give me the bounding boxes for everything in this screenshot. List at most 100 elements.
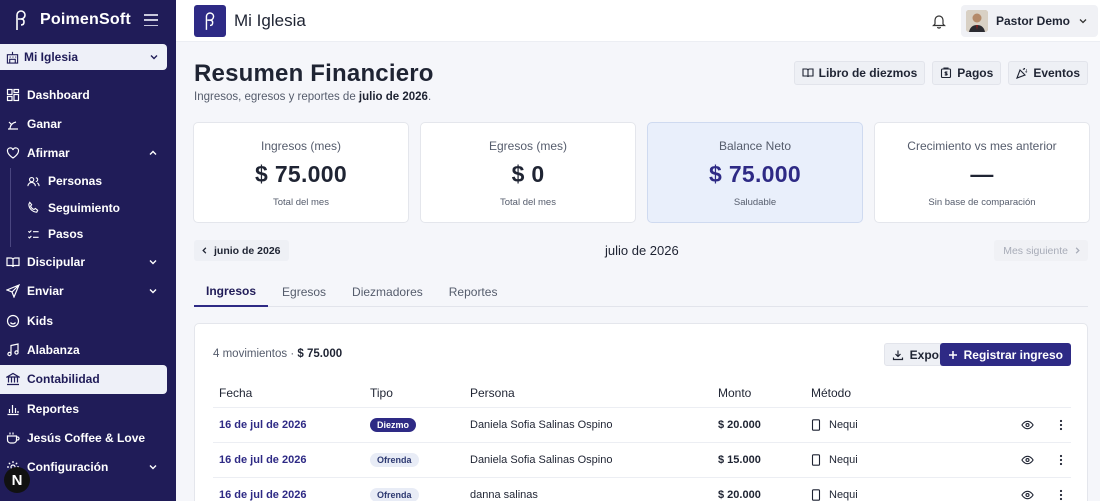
cell-tipo: Ofrenda <box>370 488 470 501</box>
cell-monto: $ 20.000 <box>718 489 761 501</box>
cell-fecha[interactable]: 16 de jul de 2026 <box>213 419 370 431</box>
money-bag-icon <box>941 67 952 79</box>
sidebar-item-dashboard[interactable]: Dashboard <box>0 80 176 109</box>
chevron-left-icon <box>202 247 207 254</box>
method-label: Nequi <box>829 489 858 501</box>
stat-card-egresos: Egresos (mes) $ 0 Total del mes <box>420 122 636 223</box>
sidebar-item-label: Contabilidad <box>27 372 100 387</box>
cell-metodo: Nequi <box>811 419 1021 431</box>
cell-tipo: Diezmo <box>370 418 470 432</box>
church-selector[interactable]: Mi Iglesia <box>0 44 167 70</box>
stat-card-balance: Balance Neto $ 75.000 Saludable <box>647 122 863 223</box>
chevron-down-icon <box>149 260 157 265</box>
sidebar-subitem-label: Pasos <box>48 227 84 242</box>
more-vertical-icon[interactable] <box>1059 419 1063 431</box>
sidebar-item-afirmar[interactable]: Afirmar <box>0 139 176 168</box>
sidebar-subitem-pasos[interactable]: Pasos <box>0 220 176 248</box>
eye-icon[interactable] <box>1021 420 1034 430</box>
row-actions <box>1021 489 1071 501</box>
table-row[interactable]: 16 de jul de 2026 Ofrenda danna salinas … <box>213 478 1071 501</box>
stat-title: Crecimiento vs mes anterior <box>907 139 1057 153</box>
pagos-button[interactable]: Pagos <box>932 61 1002 85</box>
brand[interactable]: PoimenSoft <box>0 0 176 40</box>
column-header-tipo[interactable]: Tipo <box>370 386 470 400</box>
stat-subtitle: Saludable <box>733 197 777 208</box>
eventos-button[interactable]: Eventos <box>1008 61 1088 85</box>
cell-persona: Daniela Sofia Salinas Ospino <box>470 454 613 466</box>
movements-summary: 4 movimientos · $ 75.000 <box>213 348 342 360</box>
sidebar-subitem-seguimiento[interactable]: Seguimiento <box>0 194 176 221</box>
register-income-button[interactable]: Registrar ingreso <box>939 343 1071 366</box>
table-header: Fecha Tipo Persona Monto Método <box>213 378 1071 408</box>
more-vertical-icon[interactable] <box>1059 454 1063 466</box>
summary-total: $ 75.000 <box>297 348 343 360</box>
button-label: Pagos <box>957 66 994 80</box>
sidebar-item-label: Ganar <box>27 116 62 131</box>
brand-name: PoimenSoft <box>40 11 131 28</box>
stat-title: Ingresos (mes) <box>260 139 342 153</box>
table-row[interactable]: 16 de jul de 2026 Diezmo Daniela Sofia S… <box>213 408 1071 443</box>
stat-value: $ 75.000 <box>709 161 801 187</box>
more-vertical-icon[interactable] <box>1059 489 1063 501</box>
income-panel: 4 movimientos · $ 75.000 Exportar Regist… <box>194 323 1088 501</box>
cell-monto: $ 20.000 <box>718 419 761 431</box>
sidebar-item-coffee[interactable]: Jesús Coffee & Love <box>0 423 176 452</box>
column-header-fecha[interactable]: Fecha <box>213 386 370 400</box>
subtitle-prefix: Ingresos, egresos y reportes de <box>194 91 359 103</box>
smartphone-icon <box>811 454 821 466</box>
party-popper-icon <box>1016 68 1028 79</box>
sidebar-subitem-personas[interactable]: Personas <box>0 167 176 195</box>
stat-value: $ 75.000 <box>255 161 347 187</box>
sidebar-item-label: Dashboard <box>27 87 90 102</box>
sidebar-item-alabanza[interactable]: Alabanza <box>0 335 176 364</box>
button-label: Libro de diezmos <box>818 66 918 80</box>
sidebar-item-discipular[interactable]: Discipular <box>0 247 176 276</box>
avatar <box>965 9 988 32</box>
tab-ingresos[interactable]: Ingresos <box>194 277 269 307</box>
tab-egresos[interactable]: Egresos <box>270 277 338 307</box>
previous-month-button[interactable]: junio de 2026 <box>194 240 289 261</box>
bell-icon[interactable] <box>931 13 947 29</box>
notification-n-badge[interactable]: N <box>4 467 30 493</box>
next-month-button[interactable]: Mes siguiente <box>994 240 1088 261</box>
user-menu-button[interactable]: Pastor Demo <box>960 4 1098 37</box>
next-month-label: Mes siguiente <box>1003 244 1068 257</box>
column-header-metodo[interactable]: Método <box>811 386 1021 400</box>
eye-icon[interactable] <box>1021 455 1034 465</box>
chevron-down-icon <box>149 289 157 294</box>
column-header-persona[interactable]: Persona <box>470 386 718 400</box>
menu-toggle-icon[interactable] <box>144 14 158 26</box>
page-title: Resumen Financiero <box>194 60 434 87</box>
sidebar-item-enviar[interactable]: Enviar <box>0 277 176 306</box>
top-bar: Mi Iglesia Pastor Demo <box>176 0 1100 42</box>
dashboard-icon <box>6 88 20 101</box>
current-month-label: julio de 2026 <box>605 243 679 258</box>
sidebar-item-ganar[interactable]: Ganar <box>0 109 176 138</box>
cell-metodo: Nequi <box>811 454 1021 466</box>
sidebar-subitem-label: Seguimiento <box>48 200 121 215</box>
chevron-up-icon <box>149 150 157 156</box>
chevron-down-icon <box>150 55 158 60</box>
sidebar-item-kids[interactable]: Kids <box>0 306 176 335</box>
eye-icon[interactable] <box>1021 490 1034 500</box>
book-icon <box>802 68 814 78</box>
cell-persona: Daniela Sofia Salinas Ospino <box>470 419 613 431</box>
sidebar-item-label: Discipular <box>27 255 86 270</box>
cell-fecha[interactable]: 16 de jul de 2026 <box>213 489 370 501</box>
cell-fecha[interactable]: 16 de jul de 2026 <box>213 454 370 466</box>
coffee-cup-icon <box>6 432 20 444</box>
libro-diezmos-button[interactable]: Libro de diezmos <box>793 61 926 85</box>
sidebar-item-contabilidad[interactable]: Contabilidad <box>0 364 167 394</box>
stat-subtitle: Total del mes <box>273 197 329 208</box>
chevron-right-icon <box>1075 247 1080 254</box>
sidebar-item-reportes[interactable]: Reportes <box>0 394 176 423</box>
cell-persona: danna salinas <box>470 489 538 501</box>
download-icon <box>892 350 903 360</box>
tab-diezmadores[interactable]: Diezmadores <box>340 277 435 307</box>
tab-reportes[interactable]: Reportes <box>437 277 510 307</box>
bar-chart-icon <box>7 404 19 415</box>
heart-icon <box>6 147 20 159</box>
table-row[interactable]: 16 de jul de 2026 Ofrenda Daniela Sofia … <box>213 443 1071 478</box>
row-actions <box>1021 419 1071 431</box>
column-header-monto[interactable]: Monto <box>718 386 811 400</box>
